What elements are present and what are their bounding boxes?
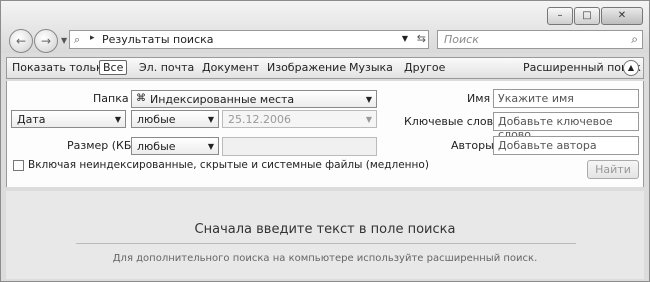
minimize-button[interactable]: – (547, 7, 573, 25)
breadcrumb-arrow-icon[interactable]: ▸ (90, 33, 95, 43)
chevron-down-icon: ▼ (365, 95, 372, 104)
name-field[interactable]: Укажите имя (493, 89, 639, 108)
chevron-down-icon: ▼ (207, 115, 214, 124)
include-nonindexed-checkbox[interactable] (13, 160, 24, 171)
filter-email[interactable]: Эл. почта (139, 61, 194, 74)
size-condition-value: любые (137, 140, 176, 153)
empty-results-message: Сначала введите текст в поле поиска (194, 222, 456, 237)
advanced-search-panel: Папка Индексированные места ⌘ ▼ Дата ▼ л… (6, 81, 644, 187)
breadcrumb-location[interactable]: Результаты поиска (102, 33, 214, 46)
chevron-down-icon: ▼ (207, 142, 214, 151)
date-condition-select[interactable]: любые ▼ (131, 110, 219, 128)
chevron-down-icon: ▼ (365, 115, 372, 124)
back-arrow-icon: ← (15, 34, 27, 48)
back-button[interactable]: ← (9, 29, 33, 53)
size-input[interactable] (222, 137, 377, 156)
refresh-icon[interactable]: ⇆ (417, 32, 426, 45)
window-controls: – □ ✕ (547, 7, 643, 25)
authors-field[interactable]: Добавьте автора (493, 136, 639, 155)
name-label: Имя (467, 92, 491, 105)
magnifier-icon[interactable]: ⌕ (631, 32, 638, 47)
filter-music[interactable]: Музыка (349, 61, 393, 74)
filter-image[interactable]: Изображение (267, 61, 346, 74)
chevron-down-icon: ▼ (114, 115, 121, 124)
forward-button[interactable]: → (34, 29, 58, 53)
filter-bar: Показать только: Все Эл. почта Документ … (6, 57, 644, 79)
tags-label: Ключевые слова (404, 115, 500, 128)
folder-select[interactable]: Индексированные места ⌘ ▼ (131, 90, 377, 108)
search-input[interactable]: Поиск (444, 33, 479, 46)
date-field-select[interactable]: Дата ▼ (11, 110, 126, 128)
date-field-value: Дата (17, 113, 46, 126)
recent-pages-dropdown[interactable]: ▼ (61, 36, 67, 45)
size-label: Размер (КБ) (67, 139, 136, 152)
size-condition-select[interactable]: любые ▼ (131, 137, 219, 155)
filter-document[interactable]: Документ (202, 61, 259, 74)
maximize-button[interactable]: □ (574, 7, 600, 25)
filter-other[interactable]: Другое (404, 61, 445, 74)
close-button[interactable]: ✕ (601, 7, 643, 25)
advanced-search-hint: Для дополнительного поиска на компьютере… (112, 253, 538, 264)
folder-value: Индексированные места (150, 93, 295, 106)
results-area: Сначала введите текст в поле поиска Для … (6, 191, 644, 279)
divider (76, 243, 576, 244)
search-box[interactable]: Поиск ⌕ (437, 30, 643, 49)
name-placeholder: Укажите имя (498, 92, 574, 105)
authors-label: Авторы (451, 139, 494, 152)
date-condition-value: любые (137, 113, 176, 126)
folder-label: Папка (93, 92, 129, 105)
chevron-down-icon[interactable]: ▼ (402, 34, 408, 43)
forward-arrow-icon: → (40, 34, 52, 48)
search-icon: ⌕ (74, 33, 81, 46)
date-picker[interactable]: 25.12.2006 ▼ (222, 110, 377, 128)
include-nonindexed-label[interactable]: Включая неиндексированные, скрытые и сис… (28, 159, 429, 171)
explorer-window: – □ ✕ ← → ▼ ⌕ ▸ Результаты поиска ▼ ⇆ По… (0, 0, 650, 282)
search-folder-icon: ⌘ (136, 93, 146, 104)
filter-label: Показать только: (12, 61, 114, 74)
date-value: 25.12.2006 (228, 113, 291, 126)
authors-placeholder: Добавьте автора (498, 139, 597, 152)
find-button[interactable]: Найти (587, 160, 639, 179)
title-bar: – □ ✕ ← → ▼ ⌕ ▸ Результаты поиска ▼ ⇆ По… (1, 1, 649, 53)
collapse-icon[interactable]: ▲ (623, 60, 639, 76)
address-bar[interactable]: ⌕ ▸ Результаты поиска ▼ ⇆ (69, 30, 429, 49)
tags-field[interactable]: Добавьте ключевое слово (493, 112, 639, 141)
filter-all[interactable]: Все (99, 60, 128, 75)
